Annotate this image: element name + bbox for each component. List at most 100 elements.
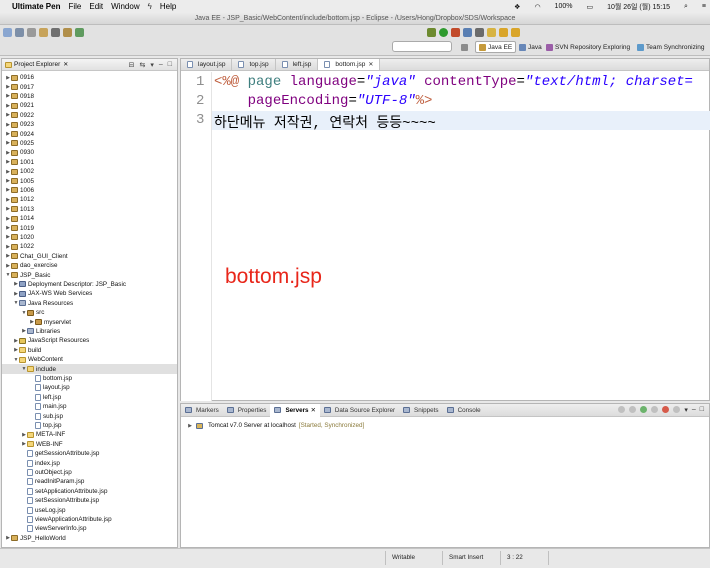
code-line-3[interactable]: 하단메뉴 저작권, 연락처 등등~~~~ xyxy=(214,112,709,132)
tree-item[interactable]: ▼ JSP_Basic xyxy=(2,270,51,279)
code-line-1[interactable]: <%@ page language="java" contentType="te… xyxy=(214,74,709,90)
menu-window[interactable]: Window xyxy=(111,2,139,11)
external-tools-icon[interactable] xyxy=(451,27,460,37)
collapse-all-icon[interactable]: ⊟ xyxy=(129,61,135,69)
print-icon[interactable] xyxy=(27,27,36,37)
start-server-icon[interactable] xyxy=(640,406,648,413)
expand-arrow-icon[interactable]: ▶ xyxy=(187,423,193,429)
new-icon[interactable] xyxy=(3,27,12,37)
tree-item[interactable]: ▶ dao_exercise xyxy=(2,261,57,270)
tree-item[interactable]: ▼ WebContent xyxy=(2,355,63,364)
tree-item[interactable]: ▶ WEB-INF xyxy=(2,440,63,449)
perspective-java[interactable]: Java xyxy=(516,41,545,53)
tree-item[interactable]: ▶ myservlet xyxy=(2,317,71,326)
list-icon[interactable]: ≡ xyxy=(702,3,706,10)
close-tab-icon[interactable]: ✕ xyxy=(368,61,373,68)
battery-label[interactable]: 100% xyxy=(555,3,573,10)
tree-item[interactable]: ▶ 0916 xyxy=(2,73,34,82)
tree-item[interactable]: ▼ include xyxy=(2,364,177,374)
tree-item[interactable]: viewApplicationAttribute.jsp xyxy=(2,515,112,524)
tree-item[interactable]: ▼ src xyxy=(2,308,45,317)
tree-item[interactable]: setApplicationAttribute.jsp xyxy=(2,487,107,496)
tree-item[interactable]: ▶ Chat_GUI_Client xyxy=(2,252,68,261)
tree-item[interactable]: main.jsp xyxy=(2,402,66,411)
tree-item[interactable]: ▶ 0921 xyxy=(2,101,34,110)
tree-item[interactable]: ▶ 1002 xyxy=(2,167,34,176)
search-icon[interactable]: ⌕ xyxy=(684,3,688,11)
tree-item[interactable]: ▶ 0918 xyxy=(2,92,34,101)
tree-item[interactable]: ▶ 0923 xyxy=(2,120,34,129)
back-icon[interactable] xyxy=(499,27,508,37)
tree-item[interactable]: left.jsp xyxy=(2,393,61,402)
maximize-icon[interactable]: □ xyxy=(700,406,704,414)
tab-servers[interactable]: Servers ✕ xyxy=(270,403,320,417)
view-menu-icon[interactable]: ▾ xyxy=(684,406,688,414)
forward-icon[interactable] xyxy=(511,27,520,37)
tree-item[interactable]: top.jsp xyxy=(2,421,62,430)
tree-item[interactable]: ▶ 0924 xyxy=(2,129,34,138)
wifi-icon[interactable]: ◠ xyxy=(534,3,540,11)
tree-item[interactable]: ▶ 1020 xyxy=(2,233,34,242)
tab-layout-jsp[interactable]: layout.jsp xyxy=(181,59,233,70)
open-perspective-button[interactable] xyxy=(458,41,471,53)
perspective-java-ee[interactable]: Java EE xyxy=(475,41,517,53)
tree-item[interactable]: layout.jsp xyxy=(2,383,70,392)
tree-item[interactable]: ▶ 1001 xyxy=(2,158,34,167)
tree-item[interactable]: ▶ 1013 xyxy=(2,205,34,214)
tree-item[interactable]: outObject.jsp xyxy=(2,468,72,477)
close-icon[interactable]: ✕ xyxy=(63,61,68,68)
tree-item[interactable]: ▶ 1005 xyxy=(2,176,34,185)
code-line-2[interactable]: pageEncoding="UTF-8"%> xyxy=(214,93,709,109)
quick-access-input[interactable] xyxy=(392,41,452,52)
open-type-icon[interactable] xyxy=(463,27,472,37)
stop-server-icon[interactable] xyxy=(662,406,670,413)
profile-server-icon[interactable] xyxy=(651,406,659,413)
annotation-icon[interactable] xyxy=(487,27,496,37)
dropbox-icon[interactable]: ❖ xyxy=(514,3,520,11)
run-icon[interactable] xyxy=(439,27,448,37)
tree-item[interactable]: ▶ 1022 xyxy=(2,242,34,251)
clock[interactable]: 10월 26일 (월) 15:15 xyxy=(607,2,670,12)
tree-item[interactable]: bottom.jsp xyxy=(2,374,72,383)
tab-top-jsp[interactable]: top.jsp xyxy=(232,59,276,70)
tab-bottom-jsp[interactable]: bottom.jsp ✕ xyxy=(318,59,381,70)
search-tool-icon[interactable] xyxy=(475,27,484,37)
save-icon[interactable] xyxy=(15,27,24,37)
minimize-icon[interactable]: – xyxy=(159,61,163,69)
tree-item[interactable]: ▶ 0925 xyxy=(2,139,34,148)
publish-icon[interactable] xyxy=(673,406,681,413)
tree-item[interactable]: readInitParam.jsp xyxy=(2,477,84,486)
tree-item[interactable]: ▶ 0922 xyxy=(2,111,34,120)
close-tab-icon[interactable]: ✕ xyxy=(311,407,316,414)
debug-server-icon[interactable] xyxy=(629,406,637,413)
menu-file[interactable]: File xyxy=(68,2,81,11)
tree-item[interactable]: ▶ Libraries xyxy=(2,327,60,336)
debug-icon[interactable] xyxy=(427,27,436,37)
tree-item[interactable]: ▼ Java Resources xyxy=(2,299,74,308)
tree-item[interactable]: ▶ Deployment Descriptor: JSP_Basic xyxy=(2,280,126,289)
tree-item[interactable]: ▶ META-INF xyxy=(2,430,65,439)
menu-help[interactable]: Help xyxy=(160,2,176,11)
tree-item[interactable]: ▶ 0930 xyxy=(2,148,34,157)
class-icon[interactable] xyxy=(75,27,84,37)
server-icon[interactable] xyxy=(39,27,48,37)
tab-markers[interactable]: Markers xyxy=(181,404,223,417)
tree-item[interactable]: ▶ 0917 xyxy=(2,82,34,91)
perspective-team-sync[interactable]: Team Synchronizing xyxy=(634,41,708,53)
tree-item[interactable]: ▶ JSP_HelloWorld xyxy=(2,534,66,543)
maximize-icon[interactable]: □ xyxy=(168,61,172,69)
terminal-icon[interactable] xyxy=(51,27,60,37)
view-menu-icon[interactable]: ▾ xyxy=(150,61,154,69)
tree-item[interactable]: viewServerInfo.jsp xyxy=(2,524,86,533)
tab-left-jsp[interactable]: left.jsp xyxy=(276,59,319,70)
collapse-icon[interactable] xyxy=(618,406,626,413)
tree-item[interactable]: ▶ 1012 xyxy=(2,195,34,204)
tree-item[interactable]: sub.jsp xyxy=(2,411,63,420)
tab-data-source-explorer[interactable]: Data Source Explorer xyxy=(320,404,399,417)
server-entry[interactable]: ▶ Tomcat v7.0 Server at localhost [Start… xyxy=(187,422,364,429)
tree-item[interactable]: ▶ JAX-WS Web Services xyxy=(2,289,92,298)
perspective-svn[interactable]: SVN Repository Exploring xyxy=(543,41,633,53)
tree-item[interactable]: ▶ build xyxy=(2,346,41,355)
explorer-title[interactable]: Project Explorer xyxy=(14,61,60,68)
package-icon[interactable] xyxy=(63,27,72,37)
